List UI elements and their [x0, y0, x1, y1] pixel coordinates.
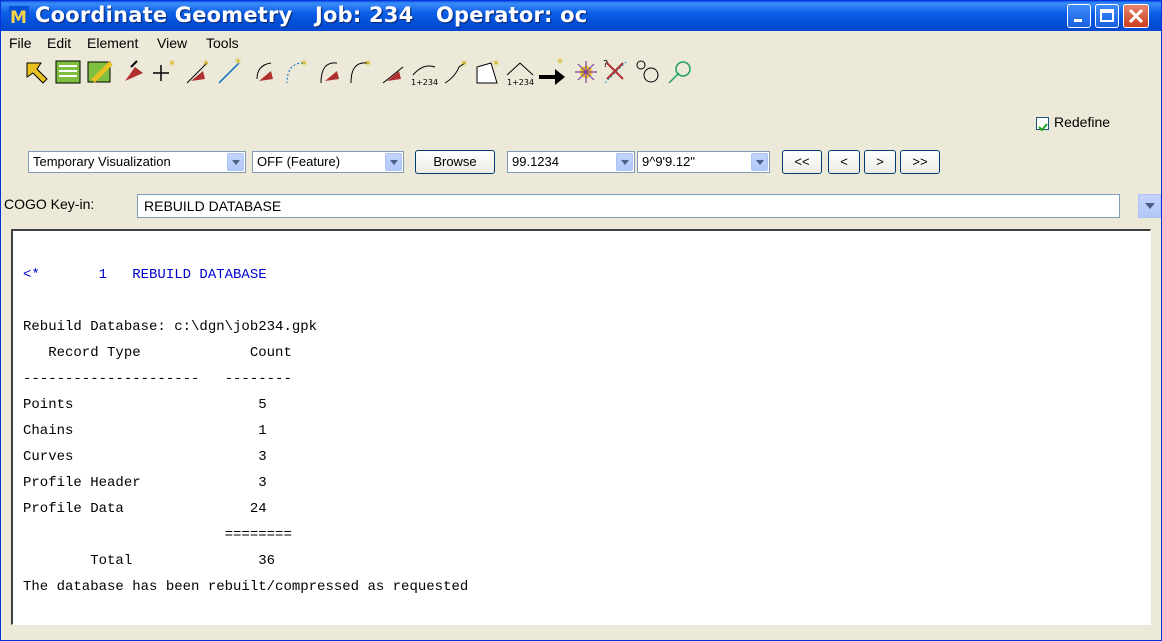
svg-text:*: * — [203, 58, 209, 72]
chevron-down-icon[interactable] — [616, 153, 633, 171]
parcel-icon[interactable]: * — [473, 57, 503, 87]
check-icon — [1038, 123, 1048, 132]
next-button[interactable]: > — [864, 150, 896, 174]
menu-edit[interactable]: Edit — [47, 35, 71, 51]
keyin-label: COGO Key-in: — [4, 196, 95, 212]
window-title: Coordinate Geometry Job: 234 Operator: o… — [35, 3, 588, 27]
keyin-dropdown-button[interactable] — [1138, 194, 1161, 218]
visualization-value: Temporary Visualization — [33, 154, 171, 169]
output-line: Curves 3 — [23, 449, 267, 465]
keyin-input[interactable]: REBUILD DATABASE — [137, 194, 1120, 218]
svg-text:*: * — [169, 58, 175, 72]
curve-add-icon[interactable]: * — [281, 57, 311, 87]
menu-bar: File Edit Element View Tools — [1, 32, 1161, 54]
svg-text:*: * — [365, 58, 371, 72]
chevron-down-icon[interactable] — [385, 153, 402, 171]
highlight-icon[interactable] — [571, 57, 601, 87]
maximize-icon — [1100, 9, 1114, 22]
previous-button[interactable]: < — [828, 150, 860, 174]
first-button[interactable]: << — [782, 150, 822, 174]
svg-text:1+234: 1+234 — [507, 78, 534, 87]
value1-value: 99.1234 — [512, 154, 559, 169]
output-line: Profile Data 24 — [23, 501, 267, 517]
last-button[interactable]: >> — [900, 150, 940, 174]
output-line: The database has been rebuilt/compressed… — [23, 579, 469, 595]
output-panel[interactable]: <* 1 REBUILD DATABASE Rebuild Database: … — [11, 229, 1151, 625]
output-line: --------------------- -------- — [23, 371, 292, 387]
cogo-window: M Coordinate Geometry Job: 234 Operator:… — [0, 0, 1162, 641]
output-line: Profile Header 3 — [23, 475, 267, 491]
browse-button[interactable]: Browse — [415, 150, 495, 174]
redefine-label[interactable]: Redefine — [1054, 114, 1110, 130]
output-line: Points 5 — [23, 397, 267, 413]
maximize-button[interactable] — [1095, 4, 1119, 28]
store-element-icon[interactable] — [53, 57, 83, 87]
line-icon[interactable]: * — [215, 57, 245, 87]
svg-text:?: ? — [603, 59, 608, 70]
curve-store-icon[interactable] — [251, 57, 281, 87]
minimize-button[interactable] — [1067, 4, 1091, 28]
redefine-checkbox[interactable] — [1036, 117, 1049, 132]
export-arrow-icon[interactable]: * — [537, 57, 567, 87]
spiral-store-icon[interactable] — [315, 57, 345, 87]
value1-select[interactable]: 99.1234 — [507, 151, 635, 173]
svg-text:*: * — [557, 57, 563, 70]
traverse-icon[interactable]: * — [183, 57, 213, 87]
delete-element-icon[interactable]: ? — [601, 57, 631, 87]
station-icon[interactable]: 1+234 — [409, 57, 439, 87]
feature-value: OFF (Feature) — [257, 154, 341, 169]
circle-points-icon[interactable] — [633, 57, 663, 87]
chevron-down-icon[interactable] — [227, 153, 244, 171]
svg-text:*: * — [301, 58, 307, 72]
minimize-icon — [1074, 19, 1082, 22]
output-line: Rebuild Database: c:\dgn\job234.gpk — [23, 319, 318, 335]
output-line: Record Type Count — [23, 345, 292, 361]
chain-store-icon[interactable] — [379, 57, 409, 87]
svg-text:*: * — [493, 58, 499, 72]
app-icon[interactable]: M — [9, 6, 29, 26]
output-line: <* 1 REBUILD DATABASE — [23, 267, 267, 283]
chain-add-icon[interactable]: * — [441, 57, 471, 87]
select-element-icon[interactable] — [23, 57, 53, 87]
svg-text:*: * — [235, 57, 241, 70]
profile-icon[interactable]: 1+234 — [505, 57, 535, 87]
svg-text:1+234: 1+234 — [411, 78, 438, 87]
svg-text:M: M — [10, 8, 27, 26]
chevron-down-icon[interactable] — [751, 153, 768, 171]
edit-element-icon[interactable] — [85, 57, 115, 87]
output-line: ======== — [23, 527, 292, 543]
output-line: Total 36 — [23, 553, 276, 569]
menu-element[interactable]: Element — [87, 35, 138, 51]
spiral-add-icon[interactable]: * — [345, 57, 375, 87]
value2-select[interactable]: 9^9'9.12" — [637, 151, 770, 173]
store-point-icon[interactable] — [119, 57, 149, 87]
svg-text:*: * — [461, 58, 467, 72]
close-button[interactable] — [1123, 4, 1149, 28]
value2-value: 9^9'9.12" — [642, 154, 695, 169]
cogo-toolbar: * * * * * 1+234 * * 1+234 * ? — [23, 57, 1123, 91]
output-line: Chains 1 — [23, 423, 267, 439]
pick-tool-icon[interactable] — [665, 57, 695, 87]
title-bar[interactable]: M Coordinate Geometry Job: 234 Operator:… — [1, 1, 1161, 31]
add-point-icon[interactable]: * — [151, 57, 181, 87]
feature-select[interactable]: OFF (Feature) — [252, 151, 404, 173]
visualization-select[interactable]: Temporary Visualization — [28, 151, 246, 173]
menu-view[interactable]: View — [157, 35, 187, 51]
menu-tools[interactable]: Tools — [206, 35, 239, 51]
menu-file[interactable]: File — [9, 35, 32, 51]
close-icon — [1128, 8, 1144, 24]
